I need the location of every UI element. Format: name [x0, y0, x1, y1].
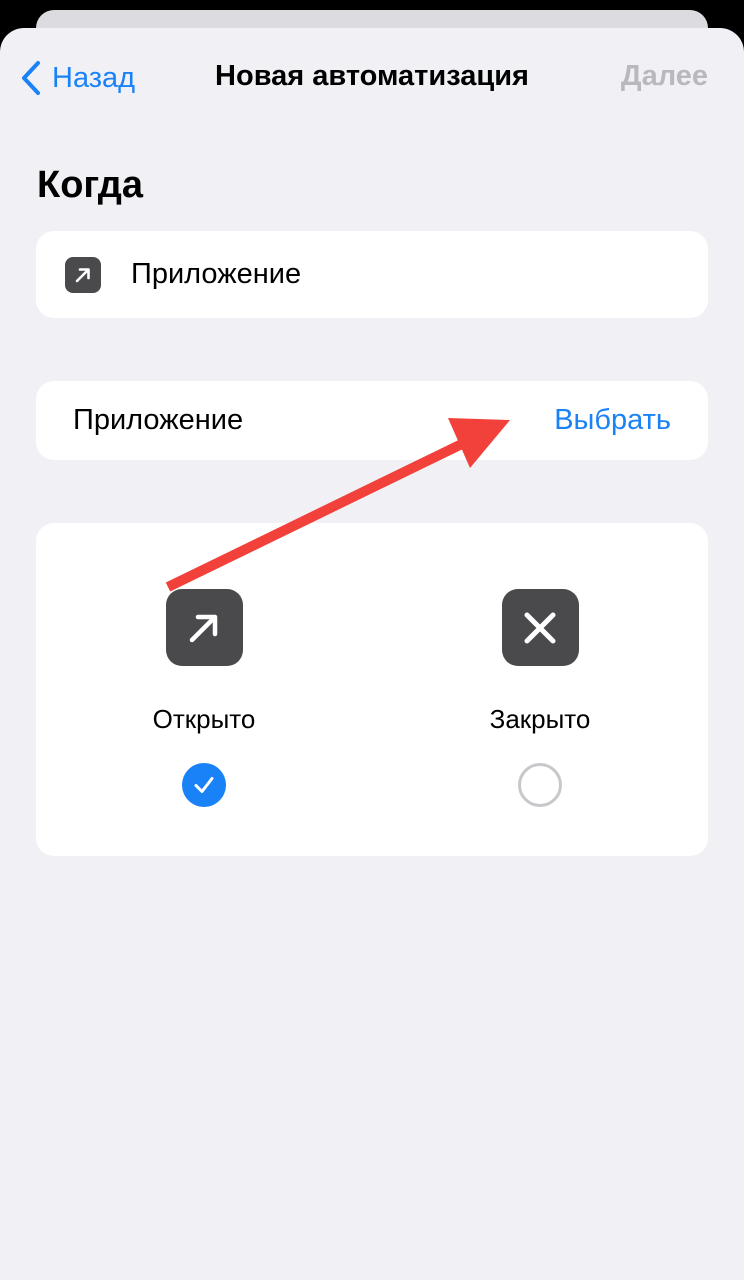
next-button[interactable]: Далее [621, 60, 708, 93]
option-closed-radio[interactable] [518, 763, 562, 807]
section-title-when: Когда [37, 164, 144, 206]
checkmark-icon [194, 777, 214, 793]
new-automation-sheet: Назад Новая автоматизация Далее Когда Пр… [0, 28, 744, 1280]
option-closed[interactable]: Закрыто [460, 589, 620, 807]
app-row-label: Приложение [73, 404, 244, 436]
app-row: Приложение Выбрать [36, 381, 708, 460]
trigger-label: Приложение [131, 258, 302, 290]
xmark-icon [501, 589, 579, 666]
option-opened[interactable]: Открыто [124, 589, 284, 807]
navigation-bar: Назад Новая автоматизация Далее [0, 28, 744, 128]
option-closed-label: Закрыто [489, 704, 591, 734]
trigger-row[interactable]: Приложение [36, 231, 708, 318]
option-opened-label: Открыто [152, 704, 256, 734]
option-opened-radio[interactable] [182, 763, 226, 807]
arrow-up-right-icon [165, 589, 243, 666]
choose-app-button[interactable]: Выбрать [554, 404, 671, 437]
app-state-card: Открыто Закрыто [36, 523, 708, 856]
arrow-up-right-icon [65, 256, 101, 293]
